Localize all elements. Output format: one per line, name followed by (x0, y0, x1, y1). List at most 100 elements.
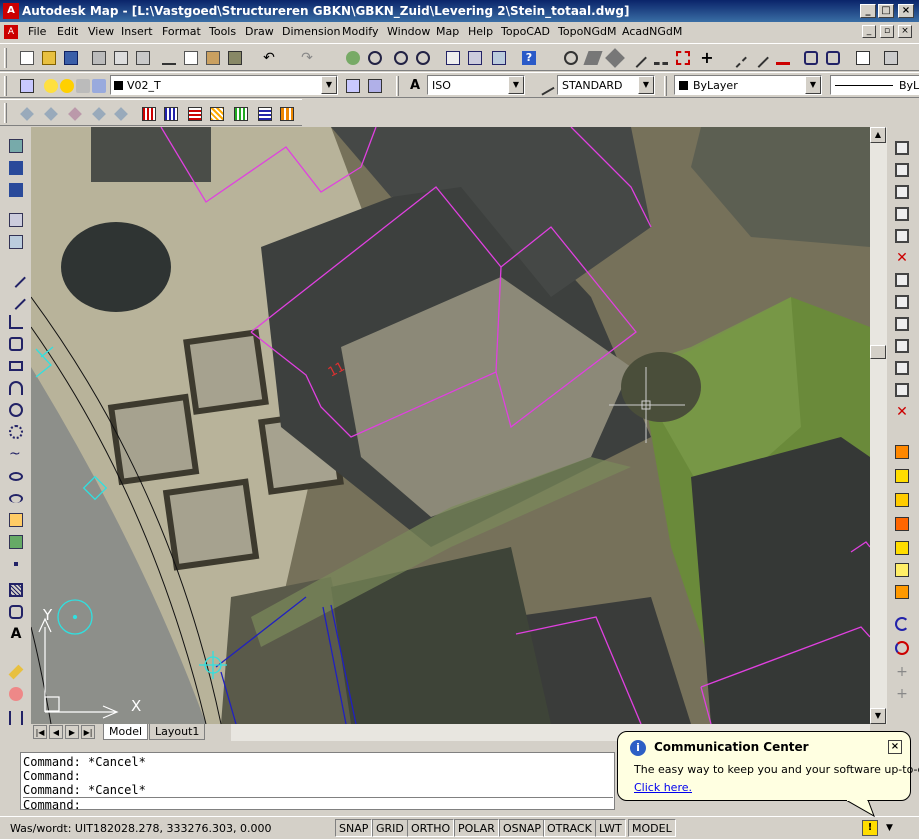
next-tab-button[interactable]: ▶ (65, 725, 79, 739)
refresh-icon[interactable] (800, 47, 820, 67)
diagonal-line-icon[interactable] (748, 47, 769, 68)
hatch-icon[interactable] (5, 579, 25, 599)
snap-tool-icon-1[interactable] (891, 613, 911, 633)
balloon-close-button[interactable]: × (888, 740, 902, 754)
map-check-icon-10[interactable] (891, 357, 911, 377)
map-check-icon-2[interactable] (891, 159, 911, 179)
insert-block-icon[interactable] (5, 509, 25, 529)
rotate-icon[interactable] (582, 47, 603, 67)
topo-tool-icon-4[interactable] (891, 513, 911, 533)
menu-help[interactable]: Help (468, 25, 493, 38)
communication-center-icon[interactable]: ! (862, 820, 878, 836)
layer-previous-icon[interactable] (364, 75, 384, 95)
solid-fill-icon[interactable] (604, 47, 625, 68)
map-check-icon-8[interactable] (891, 313, 911, 333)
map-tool-icon-4[interactable] (88, 103, 108, 123)
map-tool-icon-2[interactable] (40, 103, 60, 123)
dim-style-icon[interactable] (534, 75, 555, 96)
menu-format[interactable]: Format (162, 25, 201, 38)
layer-manager-icon[interactable] (16, 75, 36, 95)
menu-edit[interactable]: Edit (57, 25, 78, 38)
menu-view[interactable]: View (88, 25, 114, 38)
plot-icon[interactable] (88, 75, 108, 95)
publish-icon[interactable] (132, 47, 152, 67)
chevron-down-icon[interactable]: ▼ (638, 76, 654, 94)
color-dropdown[interactable]: ByLayer ▼ (674, 75, 822, 95)
ortho-toggle[interactable]: ORTHO (407, 819, 455, 837)
topo-tool-icon-5[interactable] (891, 537, 911, 557)
extra-icon[interactable] (880, 47, 900, 67)
move-icon[interactable] (822, 47, 842, 67)
grid-tool-icon-6[interactable] (254, 103, 274, 123)
mdi-minimize-button[interactable]: _ (862, 25, 876, 38)
spline-icon[interactable]: ~ (5, 443, 25, 463)
polygon-icon[interactable] (5, 333, 25, 353)
point-icon[interactable] (5, 553, 25, 573)
map-tool-icon-5[interactable] (110, 103, 130, 123)
circle-icon[interactable] (5, 399, 25, 419)
ruler-icon[interactable] (650, 47, 670, 67)
linetype-dropdown[interactable]: ByL (830, 75, 919, 95)
make-object-layer-current-icon[interactable] (342, 75, 362, 95)
map-check-icon-7[interactable] (891, 291, 911, 311)
osnap-toggle[interactable]: OSNAP (499, 819, 546, 837)
dim-style-dropdown[interactable]: STANDARD ▼ (557, 75, 655, 95)
snap-tool-icon-2[interactable] (891, 637, 911, 657)
otrack-toggle[interactable]: OTRACK (543, 819, 596, 837)
snap-tool-icon-3[interactable]: + (891, 661, 911, 681)
menu-draw[interactable]: Draw (245, 25, 274, 38)
scroll-down-button[interactable]: ▼ (870, 708, 886, 724)
edit-layer-icon[interactable] (5, 209, 25, 229)
undo-icon[interactable]: ↶ (258, 47, 278, 67)
paste-icon[interactable] (202, 47, 222, 67)
layer-dropdown[interactable]: V02_T ▼ (110, 75, 338, 95)
map-delete-icon-1[interactable]: ✕ (891, 247, 911, 267)
red-line-icon[interactable] (772, 47, 792, 67)
scroll-up-button[interactable]: ▲ (870, 127, 886, 143)
menu-acadngdm[interactable]: AcadNGdM (622, 25, 682, 38)
close-button[interactable]: × (898, 4, 914, 18)
chevron-down-icon[interactable]: ▼ (321, 76, 337, 94)
menu-window[interactable]: Window (387, 25, 430, 38)
menu-insert[interactable]: Insert (121, 25, 153, 38)
mdi-restore-button[interactable]: ▫ (880, 25, 894, 38)
ellipse-icon[interactable] (5, 465, 25, 485)
mdi-close-button[interactable]: × (898, 25, 912, 38)
text-style-dropdown[interactable]: ISO ▼ (427, 75, 525, 95)
make-block-icon[interactable] (5, 531, 25, 551)
drawing-canvas[interactable]: 11 Y X (31, 127, 870, 724)
command-prompt[interactable]: Command: (23, 797, 613, 813)
tool-palettes-icon[interactable] (488, 47, 508, 67)
open-icon[interactable] (38, 47, 58, 67)
polar-toggle[interactable]: POLAR (454, 819, 499, 837)
properties-icon[interactable] (442, 47, 462, 67)
toolbar-grip[interactable] (4, 48, 7, 68)
new-icon[interactable] (16, 47, 36, 67)
stack-icon-2[interactable] (5, 179, 25, 199)
query-icon[interactable] (5, 231, 25, 251)
vertical-scrollbar[interactable]: ▲ ▼ (870, 127, 887, 724)
toolbar-grip[interactable] (664, 76, 667, 96)
copy-icon[interactable] (180, 47, 200, 67)
arc-icon[interactable] (5, 377, 25, 397)
preview-icon[interactable] (110, 47, 130, 67)
tab-layout1[interactable]: Layout1 (149, 724, 206, 740)
ellipse-arc-icon[interactable] (5, 487, 25, 507)
menu-file[interactable]: File (28, 25, 46, 38)
menu-topocad[interactable]: TopoCAD (501, 25, 550, 38)
print-icon[interactable] (88, 47, 108, 67)
snap-toggle[interactable]: SNAP (335, 819, 373, 837)
match-properties-icon[interactable] (224, 47, 244, 67)
topo-tool-icon-1[interactable] (891, 441, 911, 461)
snap-tool-icon-4[interactable]: + (891, 683, 911, 703)
map-check-icon-9[interactable] (891, 335, 911, 355)
design-center-icon[interactable] (464, 47, 484, 67)
map-check-icon-11[interactable] (891, 379, 911, 399)
selection-box-icon[interactable] (672, 47, 692, 67)
coordinate-readout[interactable]: 182028.278, 333276.303, 0.000 (93, 822, 271, 835)
help-icon[interactable]: ? (518, 47, 538, 67)
menu-modify[interactable]: Modify (342, 25, 378, 38)
zoom-previous-icon[interactable] (412, 47, 432, 67)
grid-tool-icon-7[interactable] (276, 103, 296, 123)
previous-tab-button[interactable]: ◀ (49, 725, 63, 739)
